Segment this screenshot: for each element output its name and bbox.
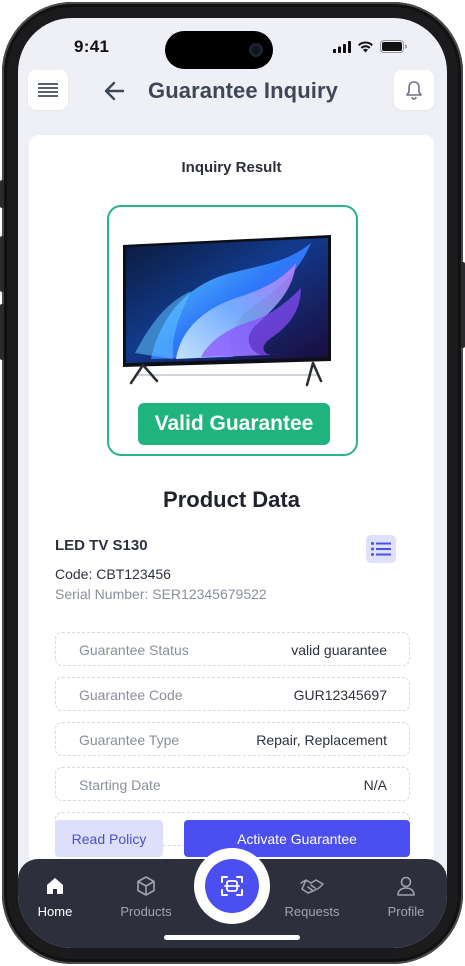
product-code: Code: CBT123456 — [55, 566, 171, 582]
detail-label: Guarantee Type — [79, 732, 180, 748]
list-icon — [371, 542, 391, 556]
product-name: LED TV S130 — [55, 537, 148, 554]
volume-down-button — [0, 304, 4, 360]
inquiry-card: Inquiry Result Valid Guarantee Product D… — [29, 135, 434, 875]
arrow-left-icon — [104, 81, 125, 101]
mute-switch — [0, 180, 4, 208]
hamburger-menu-icon — [38, 83, 58, 97]
volume-up-button — [0, 236, 4, 292]
wifi-icon — [358, 40, 373, 52]
detail-row-guarantee-type: Guarantee Type Repair, Replacement — [55, 722, 410, 756]
status-time: 9:41 — [74, 37, 110, 56]
tv-product-image — [123, 235, 331, 387]
user-icon — [397, 876, 415, 896]
detail-label: Guarantee Status — [79, 642, 189, 658]
scan-button[interactable] — [205, 859, 259, 913]
box-icon — [137, 876, 155, 896]
app-header: Guarantee Inquiry — [18, 70, 447, 114]
scan-icon — [221, 876, 243, 896]
dynamic-island — [165, 31, 273, 69]
status-bar: 9:41 — [18, 18, 447, 76]
detail-value: N/A — [363, 777, 387, 793]
detail-row-starting-date: Starting Date N/A — [55, 767, 410, 801]
power-button — [461, 262, 465, 348]
detail-label: Guarantee Code — [79, 687, 183, 703]
details-list-button[interactable] — [366, 535, 396, 563]
nav-label: Products — [120, 904, 172, 919]
product-image-frame: Valid Guarantee — [107, 205, 358, 456]
detail-value: GUR12345697 — [293, 687, 387, 703]
handshake-icon — [300, 879, 324, 894]
detail-value: valid guarantee — [291, 642, 387, 658]
menu-button[interactable] — [28, 70, 68, 110]
bell-icon — [406, 81, 422, 100]
nav-item-home[interactable]: Home — [18, 873, 95, 919]
notifications-button[interactable] — [394, 70, 434, 110]
detail-label: Starting Date — [79, 777, 161, 793]
nav-label: Requests — [284, 904, 340, 919]
page-title: Guarantee Inquiry — [148, 78, 338, 103]
product-data-title: Product Data — [163, 487, 300, 512]
scan-button-ring — [194, 848, 270, 924]
nav-label: Profile — [387, 904, 425, 919]
nav-item-requests[interactable]: Requests — [272, 873, 352, 919]
valid-guarantee-badge: Valid Guarantee — [138, 403, 330, 445]
detail-row-guarantee-status: Guarantee Status valid guarantee — [55, 632, 410, 666]
home-icon — [47, 878, 63, 894]
back-button[interactable] — [102, 78, 128, 104]
cellular-signal-icon — [333, 40, 351, 53]
detail-value: Repair, Replacement — [256, 732, 387, 748]
nav-item-products[interactable]: Products — [106, 873, 186, 919]
read-policy-button[interactable]: Read Policy — [55, 820, 163, 857]
home-indicator — [164, 935, 300, 940]
nav-label: Home — [37, 904, 73, 919]
detail-row-guarantee-code: Guarantee Code GUR12345697 — [55, 677, 410, 711]
inquiry-result-title: Inquiry Result — [181, 159, 282, 176]
nav-item-profile[interactable]: Profile — [366, 873, 446, 919]
screen: 9:41 Guarantee Inquiry Inquiry Result Va… — [18, 18, 447, 948]
status-icons — [333, 40, 407, 53]
product-serial: Serial Number: SER12345679522 — [55, 586, 267, 602]
battery-icon — [380, 40, 407, 53]
